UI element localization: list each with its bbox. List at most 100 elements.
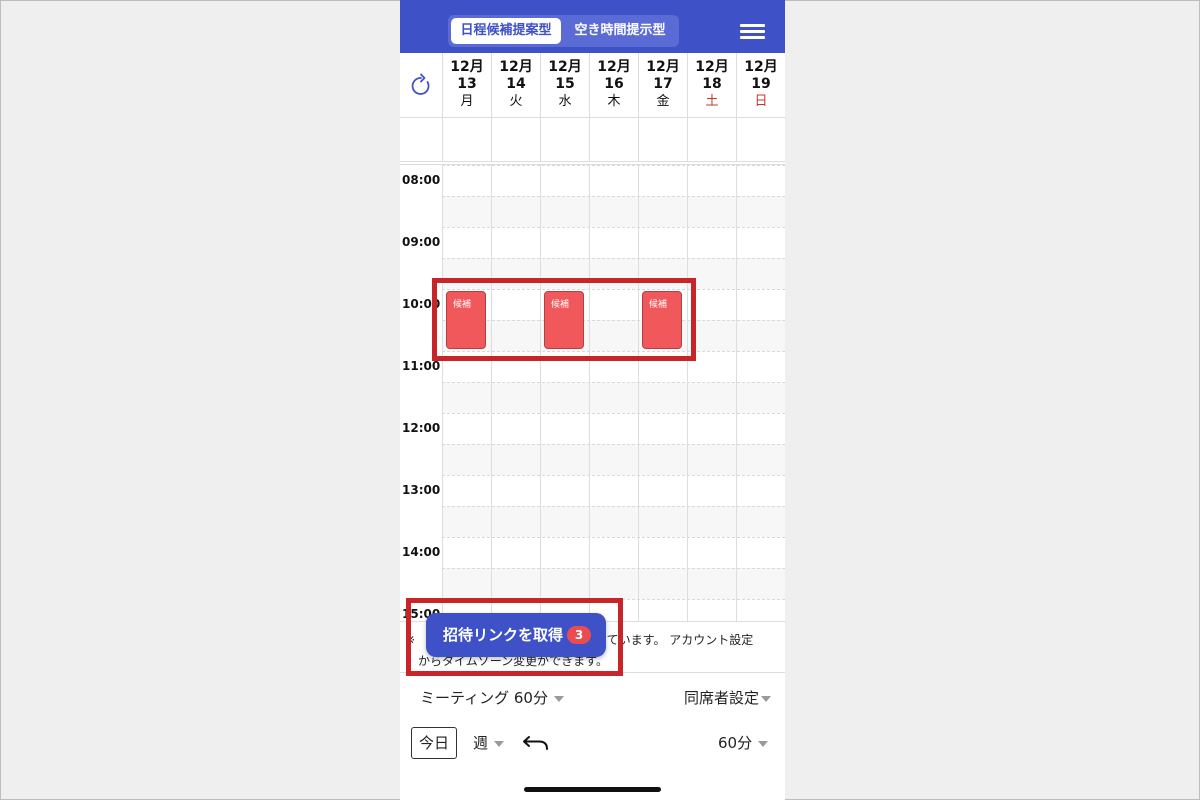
time-slot[interactable]: [688, 227, 736, 258]
refresh-icon[interactable]: [408, 73, 434, 99]
meeting-duration-select[interactable]: ミーティング 60分: [420, 687, 564, 708]
tab-free-time[interactable]: 空き時間提示型: [564, 18, 676, 44]
time-slot[interactable]: [590, 196, 638, 227]
time-slot[interactable]: [443, 165, 491, 196]
day-column-header[interactable]: 12月 16 木: [589, 53, 638, 118]
time-slot[interactable]: [492, 382, 540, 413]
interval-select[interactable]: 60分: [718, 732, 769, 753]
time-slot[interactable]: [737, 258, 785, 289]
time-slot[interactable]: [639, 196, 687, 227]
time-slot[interactable]: [639, 382, 687, 413]
time-slot[interactable]: [541, 475, 589, 506]
time-slot[interactable]: [492, 227, 540, 258]
all-day-cell[interactable]: [736, 118, 785, 162]
time-slot[interactable]: [737, 351, 785, 382]
time-slot[interactable]: [492, 444, 540, 475]
time-slot[interactable]: [541, 165, 589, 196]
day-column-header[interactable]: 12月 19 日: [736, 53, 785, 118]
time-slot[interactable]: [590, 165, 638, 196]
time-slot[interactable]: [541, 568, 589, 599]
time-slot[interactable]: [443, 444, 491, 475]
time-slot[interactable]: [541, 196, 589, 227]
time-slot[interactable]: [590, 537, 638, 568]
time-slot[interactable]: [737, 227, 785, 258]
time-slot[interactable]: [737, 196, 785, 227]
time-slot[interactable]: [541, 227, 589, 258]
time-slot[interactable]: [737, 289, 785, 320]
today-button[interactable]: 今日: [411, 727, 457, 759]
time-slot[interactable]: [443, 568, 491, 599]
time-slot[interactable]: [541, 537, 589, 568]
all-day-cell[interactable]: [491, 118, 540, 162]
time-slot[interactable]: [443, 196, 491, 227]
time-slot[interactable]: [639, 506, 687, 537]
all-day-cell[interactable]: [442, 118, 491, 162]
time-slot[interactable]: [737, 475, 785, 506]
all-day-cell[interactable]: [589, 118, 638, 162]
time-slot[interactable]: [688, 506, 736, 537]
time-slot[interactable]: [737, 537, 785, 568]
time-slot[interactable]: [492, 506, 540, 537]
day-column-header[interactable]: 12月 18 土: [687, 53, 736, 118]
time-slot[interactable]: [541, 413, 589, 444]
time-slot[interactable]: [443, 475, 491, 506]
time-slot[interactable]: [639, 475, 687, 506]
time-slot[interactable]: [492, 413, 540, 444]
time-slot[interactable]: [688, 382, 736, 413]
time-slot[interactable]: [590, 506, 638, 537]
time-slot[interactable]: [639, 568, 687, 599]
hamburger-menu-icon[interactable]: [740, 22, 765, 40]
time-slot[interactable]: [737, 568, 785, 599]
all-day-cell[interactable]: [687, 118, 736, 162]
time-slot[interactable]: [688, 475, 736, 506]
time-slot[interactable]: [443, 537, 491, 568]
time-slot[interactable]: [639, 599, 687, 621]
time-slot[interactable]: [443, 382, 491, 413]
time-slot[interactable]: [590, 568, 638, 599]
time-slot[interactable]: [688, 413, 736, 444]
time-slot[interactable]: [492, 568, 540, 599]
view-select[interactable]: 週: [473, 732, 505, 753]
time-slot[interactable]: [688, 599, 736, 621]
time-slot[interactable]: [737, 444, 785, 475]
time-slot[interactable]: [590, 475, 638, 506]
time-slot[interactable]: [639, 227, 687, 258]
time-slot[interactable]: [590, 227, 638, 258]
time-slot[interactable]: [492, 165, 540, 196]
time-slot[interactable]: [688, 165, 736, 196]
time-slot[interactable]: [639, 537, 687, 568]
day-column-header[interactable]: 12月 13 月: [442, 53, 491, 118]
time-slot[interactable]: [541, 444, 589, 475]
all-day-cell[interactable]: [638, 118, 687, 162]
time-slot[interactable]: [590, 382, 638, 413]
day-column-header[interactable]: 12月 14 火: [491, 53, 540, 118]
all-day-cell[interactable]: [540, 118, 589, 162]
day-column-header[interactable]: 12月 17 金: [638, 53, 687, 118]
back-arrow-icon[interactable]: [521, 731, 551, 753]
time-slot[interactable]: [492, 475, 540, 506]
time-slot[interactable]: [492, 537, 540, 568]
time-slot[interactable]: [688, 537, 736, 568]
time-slot[interactable]: [737, 506, 785, 537]
time-slot[interactable]: [541, 506, 589, 537]
time-slot[interactable]: [590, 444, 638, 475]
time-slot[interactable]: [590, 413, 638, 444]
tab-schedule-proposal[interactable]: 日程候補提案型: [451, 18, 561, 44]
time-slot[interactable]: [639, 413, 687, 444]
day-column-header[interactable]: 12月 15 水: [540, 53, 589, 118]
time-slot[interactable]: [688, 444, 736, 475]
time-slot[interactable]: [737, 413, 785, 444]
time-slot[interactable]: [737, 382, 785, 413]
time-slot[interactable]: [737, 320, 785, 351]
time-slot[interactable]: [443, 227, 491, 258]
attendees-settings-select[interactable]: 同席者設定: [684, 687, 772, 708]
time-slot[interactable]: [639, 165, 687, 196]
time-slot[interactable]: [492, 196, 540, 227]
time-slot[interactable]: [443, 506, 491, 537]
time-slot[interactable]: [443, 413, 491, 444]
time-slot[interactable]: [688, 196, 736, 227]
time-slot[interactable]: [639, 444, 687, 475]
time-slot[interactable]: [737, 165, 785, 196]
time-slot[interactable]: [688, 568, 736, 599]
time-slot[interactable]: [541, 382, 589, 413]
